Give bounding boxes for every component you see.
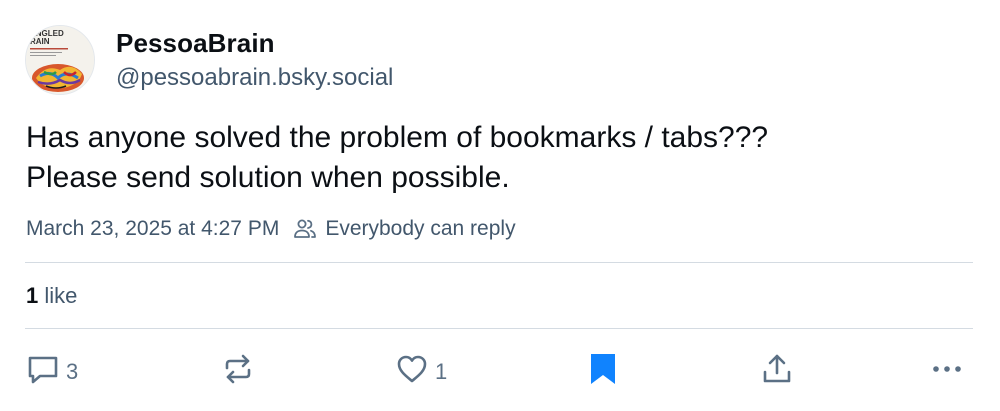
repost-icon	[221, 352, 255, 392]
post-text-line: Please send solution when possible.	[26, 161, 510, 194]
post-thread-item: ANGLED RAIN PessoaBrain @pessoabrain.bsk…	[0, 0, 1000, 411]
heart-icon	[395, 352, 429, 392]
post-text-line: Has anyone solved the problem of bookmar…	[26, 121, 769, 154]
like-button[interactable]: 1	[395, 350, 447, 394]
avatar[interactable]: ANGLED RAIN	[25, 25, 95, 95]
author-display-name[interactable]: PessoaBrain	[116, 28, 275, 59]
share-button[interactable]	[760, 350, 794, 394]
reply-count: 3	[66, 359, 79, 384]
avatar-text-2: RAIN	[30, 37, 50, 46]
likes-summary[interactable]: 1 like	[26, 283, 77, 309]
share-icon	[760, 352, 794, 392]
likes-count: 1	[26, 283, 39, 308]
more-icon	[930, 352, 964, 392]
repost-button[interactable]	[221, 350, 255, 394]
bookmark-button[interactable]	[587, 350, 619, 394]
reply-button[interactable]: 3	[26, 350, 78, 394]
post-timestamp[interactable]: March 23, 2025 at 4:27 PM	[26, 217, 279, 241]
author-handle[interactable]: @pessoabrain.bsky.social	[116, 64, 393, 92]
post-actions: 3 1	[0, 350, 1000, 394]
people-icon	[293, 218, 317, 240]
likes-label: like	[44, 283, 78, 308]
like-count: 1	[435, 359, 448, 384]
reply-icon	[26, 352, 60, 392]
more-options-button[interactable]	[930, 350, 964, 394]
bookmark-icon	[587, 351, 619, 393]
divider	[25, 328, 973, 329]
reply-setting[interactable]: Everybody can reply	[325, 217, 515, 241]
post-meta: March 23, 2025 at 4:27 PM Everybody can …	[26, 214, 516, 244]
post-text: Has anyone solved the problem of bookmar…	[26, 118, 966, 198]
divider	[25, 262, 973, 263]
